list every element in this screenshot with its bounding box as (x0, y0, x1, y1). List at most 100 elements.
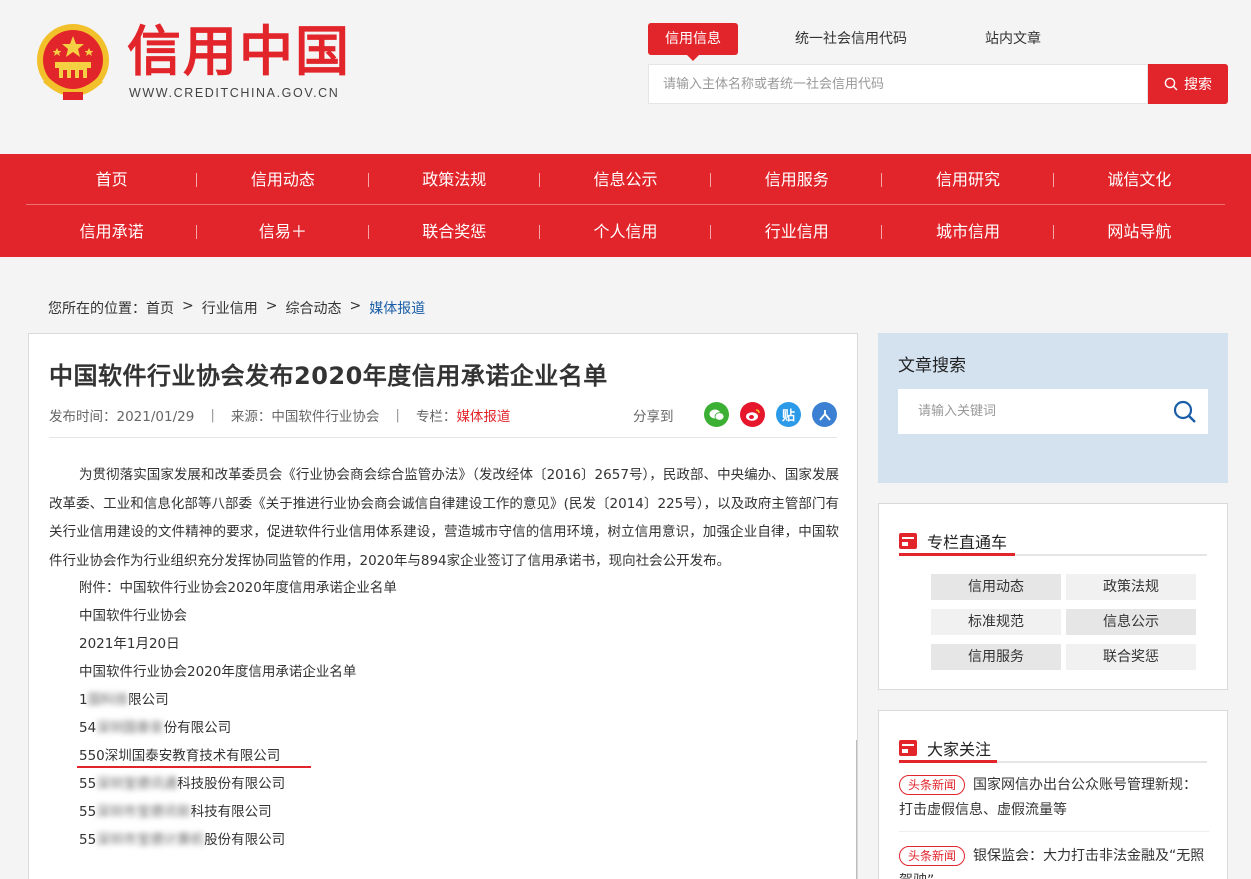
attachment-line: 附件：中国软件行业协会2020年度信用承诺企业名单 (79, 580, 397, 596)
list-item-number: 54 (79, 720, 97, 736)
nav-joint-rewards[interactable]: 联合奖惩 (369, 206, 541, 257)
news-icon (899, 533, 917, 549)
nav-industry-credit[interactable]: 行业信用 (711, 206, 883, 257)
headline-badge: 头条新闻 (899, 775, 966, 795)
breadcrumb-separator: > (349, 298, 362, 314)
column-link[interactable]: 媒体报道 (456, 409, 510, 425)
renren-icon[interactable] (812, 402, 837, 427)
column-grid: 信用动态 政策法规 标准规范 信息公示 信用服务 联合奖惩 (931, 574, 1197, 670)
meta-divider-line (49, 437, 837, 438)
main-search-box (648, 64, 1148, 104)
column-link[interactable]: 政策法规 (1066, 574, 1196, 600)
list-item-highlighted: 550深圳国泰安教育技术有限公司 (49, 742, 839, 770)
headline-badge: 头条新闻 (899, 846, 966, 866)
main-nav: 首页 信用动态 政策法规 信息公示 信用服务 信用研究 诚信文化 信用承诺 信易… (0, 154, 1251, 257)
column-shortcut-panel: 专栏直通车 信用动态 政策法规 标准规范 信息公示 信用服务 联合奖惩 (878, 503, 1228, 690)
list-item-blurred: 深圳宝德讯通 (96, 776, 178, 792)
header-accent-bar (899, 553, 1015, 556)
list-item: 1国科技限公司 (49, 686, 839, 714)
nav-policy[interactable]: 政策法规 (369, 154, 541, 204)
nav-credit-research[interactable]: 信用研究 (882, 154, 1054, 204)
main-search-input[interactable] (649, 65, 1147, 103)
list-item-blurred: 国科技 (87, 692, 129, 708)
scrollbar-track[interactable] (856, 740, 857, 879)
publish-time: 发布时间：2021/01/29 (49, 409, 195, 425)
article-search-box (898, 389, 1208, 434)
meta-divider: | (210, 407, 215, 423)
list-item-blurred: 深圳市宝德讯软 (96, 804, 191, 820)
list-item-blurred: 深圳国泰安 (96, 720, 164, 736)
search-icon (1164, 77, 1178, 91)
nav-row-2: 信用承诺 信易＋ 联合奖惩 个人信用 行业信用 城市信用 网站导航 (26, 206, 1225, 257)
search-button[interactable]: 搜索 (1148, 64, 1228, 104)
nav-city-credit[interactable]: 城市信用 (882, 206, 1054, 257)
list-item-number: 55 (79, 776, 97, 792)
search-tabs: 信用信息 统一社会信用代码 站内文章 (648, 23, 1080, 61)
site-logo-text[interactable]: 信用中国 (127, 22, 351, 82)
article-column: 专栏：媒体报道 (416, 405, 511, 425)
article-panel: 中国软件行业协会发布2020年度信用承诺企业名单 发布时间：2021/01/29… (28, 333, 858, 879)
tieba-icon[interactable]: 贴 (776, 402, 801, 427)
list-item-tail: 份有限公司 (163, 720, 232, 736)
nav-row-1: 首页 信用动态 政策法规 信息公示 信用服务 信用研究 诚信文化 (26, 154, 1225, 205)
news-divider (899, 831, 1209, 832)
list-item-blurred: 深圳市宝德计算机 (96, 832, 205, 848)
column-link[interactable]: 联合奖惩 (1066, 644, 1196, 670)
list-item-number: 55 (79, 804, 97, 820)
breadcrumb: 您所在的位置： 首页 > 行业信用 > 综合动态 > 媒体报道 (48, 298, 425, 318)
article-meta: 发布时间：2021/01/29 | 来源：中国软件行业协会 | 专栏：媒体报道 (49, 405, 510, 425)
list-item-number: 1 (79, 692, 88, 708)
wechat-icon[interactable] (704, 402, 729, 427)
nav-personal-credit[interactable]: 个人信用 (540, 206, 712, 257)
focus-title: 大家关注 (927, 740, 992, 759)
column-label: 专栏： (415, 409, 457, 425)
site-url: WWW.CREDITCHINA.GOV.CN (129, 86, 340, 100)
focus-header: 大家关注 (899, 735, 1207, 763)
search-icon[interactable] (1172, 399, 1198, 425)
article-search-panel: 文章搜索 (878, 333, 1228, 483)
list-title-line: 中国软件行业协会2020年度信用承诺企业名单 (79, 664, 357, 680)
nav-info-publicity[interactable]: 信息公示 (540, 154, 712, 204)
date-line: 2021年1月20日 (79, 636, 180, 652)
tab-credit-code[interactable]: 统一社会信用代码 (778, 23, 924, 55)
nav-credit-service[interactable]: 信用服务 (711, 154, 883, 204)
news-item[interactable]: 头条新闻 国家网信办出台公众账号管理新规：打击虚假信息、虚假流量等 (899, 773, 1209, 823)
column-shortcut-title: 专栏直通车 (927, 533, 1008, 552)
list-item-tail: 限公司 (128, 692, 169, 708)
breadcrumb-industry-credit[interactable]: 行业信用 (202, 298, 258, 318)
tab-site-articles[interactable]: 站内文章 (968, 23, 1058, 55)
nav-home[interactable]: 首页 (26, 154, 198, 204)
column-shortcut-header: 专栏直通车 (899, 528, 1207, 556)
article-source: 来源：中国软件行业协会 (230, 409, 380, 425)
nav-site-guide[interactable]: 网站导航 (1054, 206, 1225, 257)
article-search-input[interactable] (898, 389, 1158, 434)
search-button-label: 搜索 (1184, 77, 1212, 93)
nav-credit-commitment[interactable]: 信用承诺 (26, 206, 198, 257)
tab-credit-info[interactable]: 信用信息 (648, 23, 738, 61)
list-item-text: 550深圳国泰安教育技术有限公司 (79, 748, 281, 764)
list-item-tail: 科技有限公司 (190, 804, 272, 820)
share-icons: 贴 (704, 402, 837, 427)
breadcrumb-current[interactable]: 媒体报道 (369, 298, 425, 318)
article-body: 为贯彻落实国家发展和改革委员会《行业协会商会综合监管办法》（发改经体〔2016〕… (49, 461, 839, 854)
column-link[interactable]: 信息公示 (1066, 609, 1196, 635)
national-emblem-icon[interactable] (33, 22, 113, 104)
column-link[interactable]: 标准规范 (931, 609, 1061, 635)
list-item: 54深圳国泰安份有限公司 (49, 714, 839, 742)
nav-xinyi-plus[interactable]: 信易＋ (197, 206, 369, 257)
news-item[interactable]: 头条新闻银保监会：大力打击非法金融及“无照驾驶” (899, 844, 1209, 879)
breadcrumb-home[interactable]: 首页 (146, 298, 174, 318)
list-item-tail: 股份有限公司 (204, 832, 286, 848)
list-item: 55深圳市宝德讯软科技有限公司 (49, 798, 839, 826)
nav-credit-news[interactable]: 信用动态 (197, 154, 369, 204)
org-name-line: 中国软件行业协会 (79, 608, 187, 624)
highlight-underline (77, 766, 311, 768)
weibo-icon[interactable] (740, 402, 765, 427)
breadcrumb-general-news[interactable]: 综合动态 (285, 298, 341, 318)
share-label: 分享到 (633, 409, 674, 425)
site-header: 信用中国 WWW.CREDITCHINA.GOV.CN 信用信息 统一社会信用代… (0, 0, 1251, 154)
column-link[interactable]: 信用服务 (931, 644, 1061, 670)
nav-integrity-culture[interactable]: 诚信文化 (1054, 154, 1225, 204)
column-link[interactable]: 信用动态 (931, 574, 1061, 600)
article-search-title: 文章搜索 (898, 356, 966, 376)
